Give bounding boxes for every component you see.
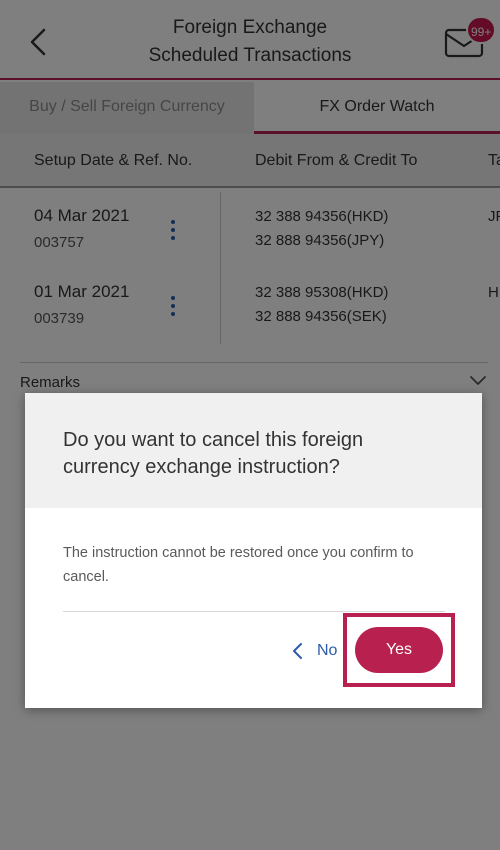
chevron-left-icon	[293, 643, 302, 659]
dialog-divider	[63, 611, 445, 612]
no-button[interactable]: No	[291, 637, 337, 665]
dialog-title: Do you want to cancel this foreign curre…	[25, 393, 482, 508]
confirm-cancel-dialog: Do you want to cancel this foreign curre…	[25, 393, 482, 708]
yes-button[interactable]: Yes	[355, 627, 443, 673]
dialog-message: The instruction cannot be restored once …	[63, 545, 414, 585]
yes-button-highlight: Yes	[343, 613, 455, 687]
no-button-label: No	[317, 642, 338, 659]
